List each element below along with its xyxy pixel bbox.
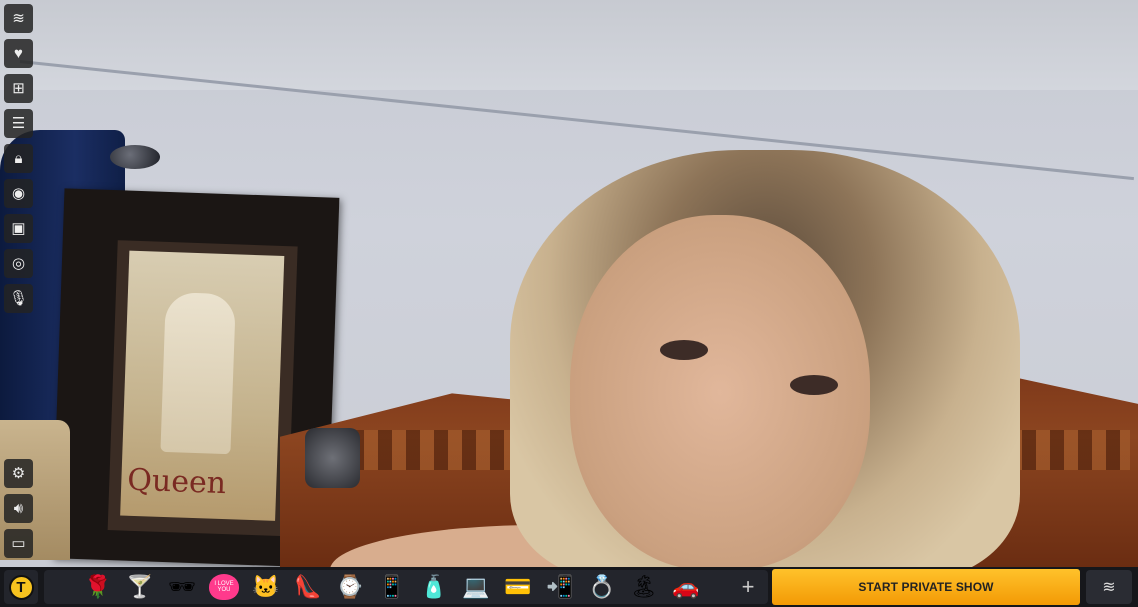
tokens-button[interactable]: ≋ [4,4,33,33]
credit-card-icon: 💳 [504,574,532,599]
balance-button[interactable]: ≋ [1086,570,1132,604]
video-scene-chess-piece [160,291,236,455]
poster-text: Queen [126,462,227,502]
gift-item[interactable]: 🚗 [666,571,706,603]
smartwatch-icon: ⌚ [336,574,364,599]
token-button[interactable]: T [4,570,38,604]
gift-item[interactable]: 📱 [372,571,412,603]
left-toolbar-bottom: ⚙ 🔊︎ ▭ [4,459,34,564]
cat-gift-icon: 🐱 [252,574,280,599]
lock-icon: 🔒︎ [14,150,23,167]
bottom-bar: T 🌹 🍸 🕶 I LOVE YOU 🐱 👠 ⌚ 📱 🧴 💻 💳 📲 💍 🏝 🚗… [0,567,1138,607]
heart-icon: ♥ [14,45,23,62]
coins-stack-icon: ≋ [12,10,25,27]
gift-item[interactable]: 🏝 [624,571,664,603]
beach-vacation-icon: 🏝 [630,574,658,599]
sports-car-icon: 🚗 [672,574,700,599]
gift-item[interactable]: 🐱 [246,571,286,603]
gift-button[interactable]: ⊞ [4,74,33,103]
cocktail-icon: 🍸 [126,574,154,599]
video-stream[interactable]: Queen [0,0,1138,567]
video-scene-curtain-rod [110,145,160,169]
video-scene-webcam [305,428,360,488]
high-heels-icon: 👠 [294,574,322,599]
coins-stack-icon: ≋ [1102,579,1116,596]
heart-glasses-icon: 🕶 [168,574,196,599]
i-love-you-heart-icon: I LOVE YOU [209,574,239,600]
settings-button[interactable]: ⚙ [4,459,33,488]
diamond-ring-icon: 💍 [588,574,616,599]
tablet-icon: 📲 [546,574,574,599]
gift-strip: 🌹 🍸 🕶 I LOVE YOU 🐱 👠 ⌚ 📱 🧴 💻 💳 📲 💍 🏝 🚗 + [44,570,768,604]
list-icon: ☰ [11,115,26,132]
smartphone-icon: 📱 [378,574,406,599]
gift-item[interactable]: 💻 [456,571,496,603]
perfume-icon: 🧴 [420,574,448,599]
fullscreen-icon: ▭ [11,535,26,552]
settings-icon: ⚙ [11,465,26,482]
gift-icon: ⊞ [12,80,25,97]
left-toolbar-top: ≋ ♥ ⊞ ☰ 🔒︎ ◉ ▣ ◎ 🎙︎ [4,4,34,319]
video-scene-eye [660,340,708,360]
gift-item[interactable]: 🧴 [414,571,454,603]
gift-item[interactable]: 💳 [498,571,538,603]
video-scene-eye [790,375,838,395]
gift-item[interactable]: I LOVE YOU [204,571,244,603]
webcam-icon: ◎ [11,255,26,272]
snapshot-button[interactable]: ◉ [4,179,33,208]
fullscreen-button[interactable]: ▭ [4,529,33,558]
gift-item[interactable]: 👠 [288,571,328,603]
microphone-icon: 🎙︎ [8,290,29,307]
microphone-button[interactable]: 🎙︎ [4,284,33,313]
rose-icon: 🌹 [84,574,112,599]
laptop-icon: 💻 [462,574,490,599]
token-coin-icon: T [8,574,34,600]
menu-list-button[interactable]: ☰ [4,109,33,138]
gift-item[interactable]: 📲 [540,571,580,603]
volume-icon: 🔊︎ [13,500,24,517]
start-private-show-button[interactable]: START PRIVATE SHOW [772,569,1080,605]
gift-item[interactable]: 🕶 [162,571,202,603]
gallery-button[interactable]: ▣ [4,214,33,243]
webcam-button[interactable]: ◎ [4,249,33,278]
more-gifts-button[interactable]: + [734,573,762,601]
gallery-icon: ▣ [11,220,26,237]
gift-item[interactable]: 💍 [582,571,622,603]
private-lock-button[interactable]: 🔒︎ [4,144,33,173]
gift-item[interactable]: 🍸 [120,571,160,603]
camera-icon: ◉ [11,185,26,202]
gift-item[interactable]: ⌚ [330,571,370,603]
volume-button[interactable]: 🔊︎ [4,494,33,523]
favorite-button[interactable]: ♥ [4,39,33,68]
gift-item[interactable]: 🌹 [78,571,118,603]
